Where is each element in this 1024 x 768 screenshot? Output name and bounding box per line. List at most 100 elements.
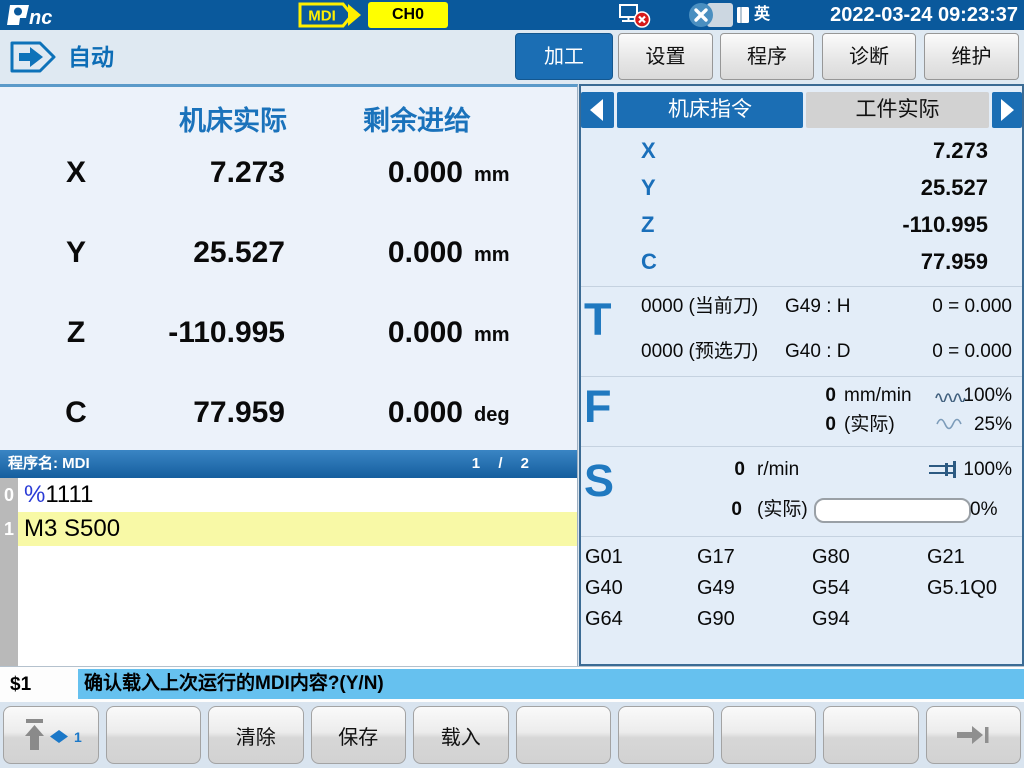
softkey-save[interactable]: 保存 — [311, 706, 407, 764]
network-error-icon — [618, 3, 652, 28]
axis-unit: mm — [474, 213, 510, 297]
next-view-button[interactable] — [992, 92, 1022, 128]
program-line-highlighted[interactable]: 1 M3 S500 — [0, 512, 577, 546]
column-header-machine-actual: 机床实际 — [158, 99, 308, 133]
command-row-c: C 77.959 — [579, 243, 1024, 280]
gcode: G17 — [697, 542, 735, 572]
gcode: G40 — [585, 573, 623, 603]
softkey-clear[interactable]: 清除 — [208, 706, 304, 764]
top-status-bar: nc MDI CH0 英 2022-03-24 09:23:37 — [0, 0, 1024, 30]
tab-machining[interactable]: 加工 — [515, 33, 613, 80]
section-divider — [581, 446, 1022, 447]
axis-unit: mm — [474, 293, 510, 377]
tab-diagnosis[interactable]: 诊断 — [822, 33, 916, 80]
prev-view-button[interactable] — [581, 92, 614, 128]
mode-label: 自动 — [68, 30, 114, 84]
position-row-z: Z -110.995 0.000 mm — [0, 293, 578, 373]
feed-override-percent: 100% — [963, 381, 1012, 410]
tab-workpiece-actual[interactable]: 工件实际 — [806, 92, 989, 128]
command-row-z: Z -110.995 — [579, 206, 1024, 243]
axis-value: 25.527 — [921, 169, 988, 206]
svg-text:1: 1 — [74, 729, 82, 745]
axis-name: Z — [52, 293, 100, 373]
spindle-override-icon — [927, 460, 961, 479]
program-page-indicator: 1 / 2 — [458, 450, 529, 478]
axis-actual-value: 25.527 — [193, 213, 285, 293]
feed-override-icon — [935, 417, 969, 431]
spindle-unit: r/min — [757, 455, 799, 484]
axis-name: X — [641, 132, 656, 169]
tool-row-current: 0000 (当前刀) G49 : H 0 = 0.000 — [579, 290, 1024, 323]
softkey-page-next[interactable] — [926, 706, 1022, 764]
tab-machine-command[interactable]: 机床指令 — [617, 92, 803, 128]
status-disabled-icon — [688, 2, 736, 28]
channel-badge: CH0 — [368, 2, 448, 28]
channel-label: $1 — [10, 667, 31, 702]
axis-actual-value: 7.273 — [210, 133, 285, 213]
feed-value: 0 — [825, 381, 836, 410]
spindle-load-progressbar — [814, 498, 971, 523]
softkey-empty-2[interactable] — [516, 706, 612, 764]
gcode: G5.1Q0 — [927, 573, 997, 603]
axis-name: C — [52, 373, 100, 453]
axis-remaining-value: 0.000 — [388, 133, 463, 213]
page-current: 1 — [472, 455, 480, 472]
tab-maintenance[interactable]: 维护 — [924, 33, 1019, 80]
prompt-message: 确认载入上次运行的MDI内容?(Y/N) — [78, 669, 1024, 699]
axis-name: Y — [52, 213, 100, 293]
spindle-load-percent: 0% — [970, 495, 997, 524]
tool-offset-value: 0 = 0.000 — [932, 290, 1012, 323]
page-separator: / — [498, 455, 502, 472]
position-row-y: Y 25.527 0.000 mm — [0, 213, 578, 293]
softkey-empty-5[interactable] — [823, 706, 919, 764]
axis-remaining-value: 0.000 — [388, 373, 463, 453]
feed-row-command: 0 mm/min 100% — [579, 381, 1024, 410]
tool-compensation: G49 : H — [785, 290, 850, 323]
column-header-remaining-feed: 剩余进给 — [342, 99, 492, 133]
spindle-value: 0 — [731, 495, 742, 524]
softkey-empty-4[interactable] — [721, 706, 817, 764]
command-row-y: Y 25.527 — [579, 169, 1024, 206]
svg-text:nc: nc — [29, 7, 52, 28]
svg-text:MDI: MDI — [308, 8, 336, 25]
gcode: G64 — [585, 604, 623, 634]
axis-actual-value: -110.995 — [168, 293, 285, 373]
section-divider — [581, 286, 1022, 287]
chevron-right-icon — [992, 92, 1022, 128]
spindle-override-percent: 100% — [963, 455, 1012, 484]
axis-unit: mm — [474, 133, 510, 217]
softkey-empty-3[interactable] — [618, 706, 714, 764]
gcode: G94 — [812, 604, 850, 634]
axis-name: Z — [641, 206, 654, 243]
mdi-mode-badge: MDI — [298, 1, 368, 29]
axis-unit: deg — [474, 373, 510, 457]
page-top-icon: 1 — [19, 714, 83, 756]
softkey-empty-1[interactable] — [106, 706, 202, 764]
softkey-label: 保存 — [338, 721, 378, 750]
page-next-icon — [951, 722, 995, 748]
softkey-label: 清除 — [236, 721, 276, 750]
spindle-label: (实际) — [757, 495, 808, 524]
axis-actual-value: 77.959 — [193, 373, 285, 453]
tool-row-preselected: 0000 (预选刀) G40 : D 0 = 0.000 — [579, 335, 1024, 368]
chevron-left-icon — [581, 92, 614, 128]
gcode: G90 — [697, 604, 735, 634]
softkey-page-top[interactable]: 1 — [3, 706, 99, 764]
auto-mode-icon — [10, 40, 58, 74]
gcode: G21 — [927, 542, 965, 572]
tool-compensation: G40 : D — [785, 335, 850, 368]
tool-number: 0000 (当前刀) — [641, 290, 758, 323]
position-row-x: X 7.273 0.000 mm — [0, 133, 578, 213]
language-indicator[interactable]: 英 — [754, 0, 770, 30]
gcode: G80 — [812, 542, 850, 572]
section-divider — [581, 376, 1022, 377]
tab-settings[interactable]: 设置 — [618, 33, 713, 80]
percent-prefix: % — [24, 481, 45, 508]
cnc-screen: nc MDI CH0 英 2022-03-24 09:23:37 — [0, 0, 1024, 768]
axis-name: C — [641, 243, 657, 280]
spindle-row-command: 0 r/min 100% — [579, 455, 1024, 484]
softkey-load[interactable]: 载入 — [413, 706, 509, 764]
tab-program[interactable]: 程序 — [720, 33, 814, 80]
feed-row-actual: 0 (实际) 25% — [579, 410, 1024, 439]
program-line[interactable]: 0 %1111 — [0, 478, 577, 512]
